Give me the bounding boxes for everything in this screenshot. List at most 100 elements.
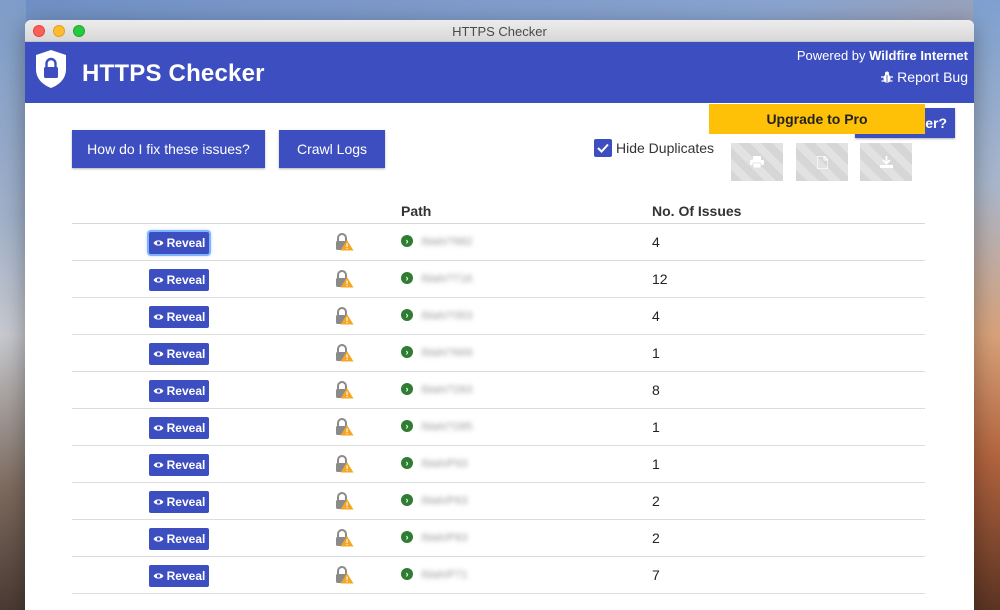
pdf-icon <box>816 155 828 169</box>
download-icon <box>879 156 893 168</box>
arrow-circle-right-icon: › <box>401 420 413 432</box>
reveal-button[interactable]: Reveal <box>149 528 209 550</box>
path-link[interactable]: /blah/?285 <box>417 413 479 441</box>
arrow-circle-right-icon: › <box>401 235 413 247</box>
desktop-background-left <box>0 0 26 610</box>
bug-icon <box>881 71 894 83</box>
powered-by-prefix: Powered by <box>796 48 866 63</box>
reveal-label: Reveal <box>166 236 206 250</box>
path-link[interactable]: /blah/?982 <box>417 228 479 256</box>
print-icon <box>750 156 764 168</box>
lock-warning-icon <box>336 492 354 510</box>
reveal-button[interactable]: Reveal <box>149 565 209 587</box>
issues-table: Path No. Of Issues Reveal › /blah/?982 4 <box>72 193 925 594</box>
issue-count: 4 <box>652 234 660 250</box>
export-pdf-button[interactable] <box>796 143 848 181</box>
table-row: Reveal › /blah/?669 1 <box>72 335 925 372</box>
issue-count: 2 <box>652 493 660 509</box>
column-header-path: Path <box>401 203 432 219</box>
arrow-circle-right-icon: › <box>401 531 413 543</box>
path-link[interactable]: /blah/?669 <box>417 339 479 367</box>
reveal-button[interactable]: Reveal <box>149 269 209 291</box>
issue-count: 1 <box>652 345 660 361</box>
table-row: Reveal › /blah/?285 1 <box>72 409 925 446</box>
table-row: Reveal › /blah/?982 4 <box>72 224 925 261</box>
arrow-circle-right-icon: › <box>401 346 413 358</box>
eye-icon <box>153 314 164 320</box>
eye-icon <box>153 573 164 579</box>
report-bug-label: Report Bug <box>897 69 968 85</box>
reveal-button[interactable]: Reveal <box>149 454 209 476</box>
eye-icon <box>153 499 164 505</box>
app-title: HTTPS Checker <box>82 60 265 87</box>
issue-count: 2 <box>652 530 660 546</box>
issue-count: 4 <box>652 308 660 324</box>
arrow-circle-right-icon: › <box>401 309 413 321</box>
desktop-background-right <box>973 0 1000 610</box>
reveal-label: Reveal <box>166 458 206 472</box>
reveal-label: Reveal <box>166 421 206 435</box>
issue-count: 12 <box>652 271 668 287</box>
arrow-circle-right-icon: › <box>401 568 413 580</box>
hide-duplicates-checkbox[interactable] <box>594 139 612 157</box>
table-row: Reveal › /blah/P93 1 <box>72 446 925 483</box>
table-row: Reveal › /blah/P63 2 <box>72 483 925 520</box>
table-row: Reveal › /blah/P63 2 <box>72 520 925 557</box>
checkmark-icon <box>597 143 609 153</box>
lock-warning-icon <box>336 418 354 436</box>
arrow-circle-right-icon: › <box>401 383 413 395</box>
upgrade-to-pro-button[interactable]: Upgrade to Pro <box>709 104 925 134</box>
path-link[interactable]: /blah/?716 <box>417 265 479 293</box>
issue-count: 1 <box>652 456 660 472</box>
eye-icon <box>153 351 164 357</box>
lock-warning-icon <box>336 233 354 251</box>
crawl-logs-button[interactable]: Crawl Logs <box>279 130 385 168</box>
report-bug-link[interactable]: Report Bug <box>881 69 968 85</box>
app-window: HTTPS Checker HTTPS Checker Powered by W… <box>25 20 974 610</box>
table-row: Reveal › /blah/?716 12 <box>72 261 925 298</box>
table-row: Reveal › /blah/?353 4 <box>72 298 925 335</box>
table-row: Reveal › /blah/?283 8 <box>72 372 925 409</box>
issue-count: 1 <box>652 419 660 435</box>
reveal-label: Reveal <box>166 569 206 583</box>
reveal-button[interactable]: Reveal <box>149 417 209 439</box>
path-link[interactable]: /blah/P63 <box>417 487 479 515</box>
reveal-button[interactable]: Reveal <box>149 491 209 513</box>
eye-icon <box>153 240 164 246</box>
powered-by-text: Powered by Wildfire Internet <box>797 48 968 63</box>
table-row: Reveal › /blah/P71 7 <box>72 557 925 594</box>
lock-warning-icon <box>336 529 354 547</box>
print-button[interactable] <box>731 143 783 181</box>
reveal-button[interactable]: Reveal <box>149 232 209 254</box>
reveal-button[interactable]: Reveal <box>149 343 209 365</box>
app-header: HTTPS Checker Powered by Wildfire Intern… <box>25 42 974 103</box>
arrow-circle-right-icon: › <box>401 272 413 284</box>
reveal-label: Reveal <box>166 273 206 287</box>
path-link[interactable]: /blah/P71 <box>417 561 479 589</box>
path-link[interactable]: /blah/?283 <box>417 376 479 404</box>
hide-duplicates-toggle[interactable]: Hide Duplicates <box>594 139 714 157</box>
lock-warning-icon <box>336 455 354 473</box>
reveal-label: Reveal <box>166 495 206 509</box>
eye-icon <box>153 425 164 431</box>
eye-icon <box>153 462 164 468</box>
download-button[interactable] <box>860 143 912 181</box>
arrow-circle-right-icon: › <box>401 457 413 469</box>
reveal-label: Reveal <box>166 347 206 361</box>
path-link[interactable]: /blah/?353 <box>417 302 479 330</box>
table-header: Path No. Of Issues <box>72 193 925 224</box>
lock-warning-icon <box>336 566 354 584</box>
lock-warning-icon <box>336 307 354 325</box>
column-header-issues: No. Of Issues <box>652 203 742 219</box>
arrow-circle-right-icon: › <box>401 494 413 506</box>
powered-by-brand-link[interactable]: Wildfire Internet <box>869 48 968 63</box>
window-titlebar[interactable]: HTTPS Checker <box>25 20 974 42</box>
reveal-label: Reveal <box>166 384 206 398</box>
issue-count: 7 <box>652 567 660 583</box>
eye-icon <box>153 277 164 283</box>
reveal-button[interactable]: Reveal <box>149 306 209 328</box>
fix-issues-button[interactable]: How do I fix these issues? <box>72 130 265 168</box>
path-link[interactable]: /blah/P63 <box>417 524 479 552</box>
path-link[interactable]: /blah/P93 <box>417 450 479 478</box>
reveal-button[interactable]: Reveal <box>149 380 209 402</box>
